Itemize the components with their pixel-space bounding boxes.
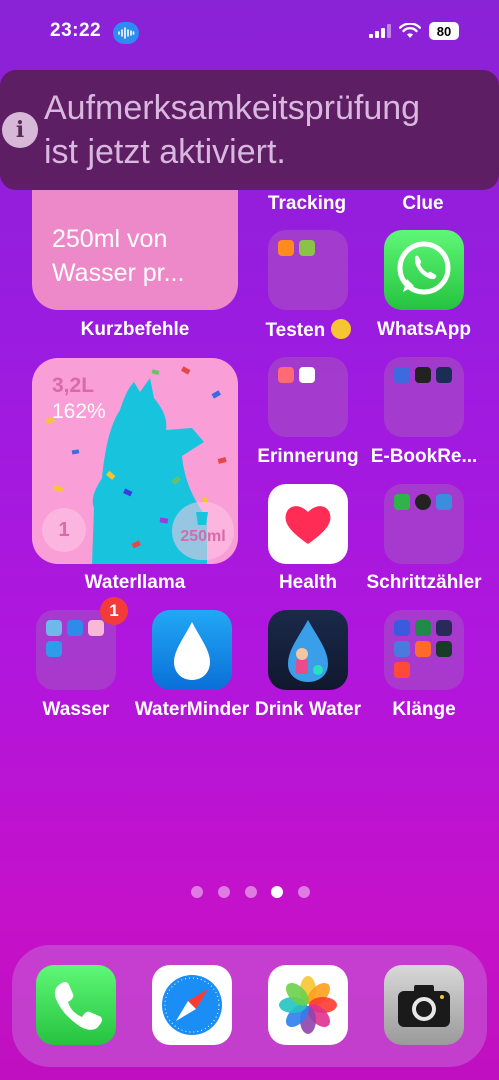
whatsapp-app-icon[interactable] bbox=[384, 230, 464, 310]
wifi-icon bbox=[399, 23, 421, 38]
shortcuts-widget-text: 250ml von Wasser pr... bbox=[52, 225, 185, 287]
erinnerung-folder-label: Erinnerung bbox=[257, 446, 359, 467]
game-app-mini-icon bbox=[299, 240, 315, 256]
walk-app-mini-icon bbox=[394, 494, 410, 510]
sound-app4-mini-icon bbox=[394, 641, 410, 657]
battery-indicator: 80 bbox=[429, 22, 459, 40]
ebook-folder-label: E-BookRe... bbox=[370, 446, 478, 467]
testen-folder-label: Testen bbox=[248, 319, 368, 342]
schrittzaehler-folder[interactable] bbox=[384, 484, 464, 564]
water-app4-mini-icon bbox=[46, 641, 62, 657]
woozy-face-icon bbox=[330, 319, 351, 339]
klaenge-folder[interactable] bbox=[384, 610, 464, 690]
erinnerung-folder[interactable] bbox=[268, 357, 348, 437]
cup-size-label: 250ml bbox=[180, 528, 226, 545]
camera-icon[interactable] bbox=[384, 965, 464, 1045]
waterllama-widget-label: Waterllama bbox=[84, 572, 186, 593]
water-app3-mini-icon bbox=[88, 620, 104, 636]
banner-message: Aufmerksamkeitsprüfung ist jetzt aktivie… bbox=[44, 89, 421, 171]
health-app-label: Health bbox=[278, 572, 338, 593]
page-dot-2[interactable] bbox=[218, 886, 230, 898]
water-amount: 3,2L bbox=[52, 374, 95, 397]
status-time: 23:22 bbox=[50, 20, 102, 41]
ebook-folder[interactable] bbox=[384, 357, 464, 437]
shortcuts-widget-label: Kurzbefehle bbox=[80, 319, 190, 340]
page-dot-5[interactable] bbox=[298, 886, 310, 898]
page-dot-3[interactable] bbox=[245, 886, 257, 898]
health-app-icon[interactable] bbox=[268, 484, 348, 564]
drink-water-app-icon[interactable] bbox=[268, 610, 348, 690]
sound-app7-mini-icon bbox=[394, 662, 410, 678]
schrittzaehler-folder-label: Schrittzähler bbox=[366, 572, 482, 593]
safari-icon[interactable] bbox=[152, 965, 232, 1045]
water-app1-mini-icon bbox=[46, 620, 62, 636]
sleep-app-mini-icon bbox=[436, 367, 452, 383]
waterminder-app-icon[interactable] bbox=[152, 610, 232, 690]
cellular-signal-icon bbox=[369, 24, 391, 38]
tracking-folder-label: Tracking bbox=[267, 193, 347, 214]
page-dot-4-active[interactable] bbox=[271, 886, 283, 898]
wasser-folder-label: Wasser bbox=[42, 699, 110, 720]
sound-app6-mini-icon bbox=[436, 641, 452, 657]
drink-water-app-label: Drink Water bbox=[255, 699, 361, 720]
sound-app5-mini-icon bbox=[415, 641, 431, 657]
audio-app-mini-icon bbox=[394, 367, 410, 383]
add-cup-button[interactable]: 250ml bbox=[172, 502, 234, 560]
water-app2-mini-icon bbox=[67, 620, 83, 636]
status-indicators: 80 bbox=[369, 22, 459, 40]
voice-recording-icon[interactable] bbox=[113, 22, 139, 44]
water-count-button[interactable]: 1 bbox=[42, 508, 86, 552]
alarm-app-mini-icon bbox=[278, 240, 294, 256]
reminder-app-mini-icon bbox=[278, 367, 294, 383]
sound-app3-mini-icon bbox=[436, 620, 452, 636]
page-dot-1[interactable] bbox=[191, 886, 203, 898]
steps-app-mini-icon bbox=[436, 494, 452, 510]
sound-app2-mini-icon bbox=[415, 620, 431, 636]
reader-app-mini-icon bbox=[415, 367, 431, 383]
notification-badge: 1 bbox=[100, 597, 128, 625]
water-percent: 162% bbox=[52, 400, 106, 423]
photos-icon[interactable] bbox=[268, 965, 348, 1045]
info-icon: i bbox=[2, 112, 38, 148]
klaenge-folder-label: Klänge bbox=[392, 699, 456, 720]
testen-folder[interactable] bbox=[268, 230, 348, 310]
activity-app-mini-icon bbox=[415, 494, 431, 510]
cup-icon bbox=[196, 512, 208, 525]
phone-icon[interactable] bbox=[36, 965, 116, 1045]
sound-app1-mini-icon bbox=[394, 620, 410, 636]
waterllama-widget[interactable]: 3,2L 162% 1 250ml bbox=[32, 358, 238, 564]
reminders-app-mini-icon bbox=[299, 367, 315, 383]
wasser-folder[interactable] bbox=[36, 610, 116, 690]
waterminder-app-label: WaterMinder bbox=[134, 699, 250, 720]
whatsapp-app-label: WhatsApp bbox=[377, 319, 471, 340]
clue-app-label: Clue bbox=[402, 193, 444, 214]
